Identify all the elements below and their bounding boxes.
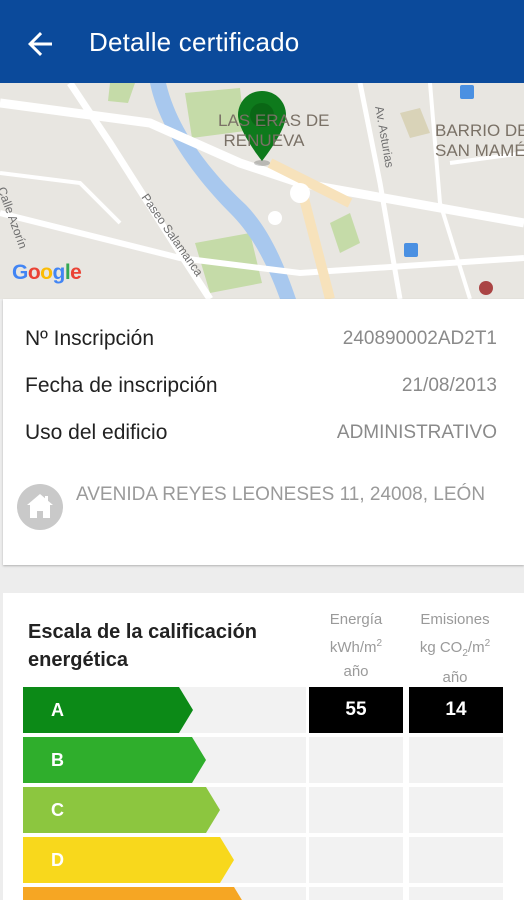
rating-arrow: A bbox=[23, 687, 193, 733]
address-text: AVENIDA REYES LEONESES 11, 24008, LEÓN bbox=[76, 484, 486, 505]
energy-value-cell bbox=[309, 887, 403, 900]
emissions-column-header: Emisiones kg CO2/m2 año bbox=[408, 608, 502, 690]
map-label-san-mames: BARRIO DE SAN MAMÉS bbox=[435, 121, 524, 160]
fecha-value: 21/08/2013 bbox=[401, 375, 497, 396]
emissions-unit-m: /m bbox=[467, 639, 485, 656]
rating-arrow: C bbox=[23, 787, 220, 833]
certificate-details-card: Nº Inscripción 240890002AD2T1 Fecha de i… bbox=[3, 299, 524, 565]
energy-header-line3: año bbox=[343, 663, 369, 680]
uso-label: Uso del edificio bbox=[25, 421, 168, 444]
energy-scale-card: Escala de la calificación energética Ene… bbox=[3, 593, 524, 900]
scale-title: Escala de la calificación energética bbox=[28, 621, 258, 671]
emissions-unit-co: kg CO bbox=[419, 639, 463, 656]
emissions-header-line1: Emisiones bbox=[420, 611, 490, 628]
uso-value: ADMINISTRATIVO bbox=[336, 422, 497, 443]
arrow-back-icon[interactable] bbox=[22, 26, 58, 62]
emissions-value-cell bbox=[409, 887, 503, 900]
energy-header-line1: Energía bbox=[329, 611, 383, 628]
rating-band: D bbox=[23, 837, 306, 883]
energy-unit: kWh/m bbox=[329, 639, 377, 656]
page-title: Detalle certificado bbox=[89, 27, 300, 57]
emissions-value-cell bbox=[409, 737, 503, 783]
energy-header-line2: kWh/m2 bbox=[329, 638, 383, 656]
house-icon bbox=[17, 484, 63, 530]
energy-value-cell bbox=[309, 737, 403, 783]
fecha-label: Fecha de inscripción bbox=[25, 374, 218, 397]
energy-value-cell bbox=[309, 837, 403, 883]
inscripcion-value: 240890002AD2T1 bbox=[342, 328, 497, 349]
energy-value-cell bbox=[309, 787, 403, 833]
google-logo: Google bbox=[12, 261, 82, 284]
inscripcion-label: Nº Inscripción bbox=[25, 327, 155, 350]
emissions-value-cell: 14 bbox=[409, 687, 503, 733]
emissions-value-cell bbox=[409, 837, 503, 883]
energy-value-cell: 55 bbox=[309, 687, 403, 733]
rating-band: B bbox=[23, 737, 306, 783]
map-label-las-eras: LAS ERAS DE RENUEVA bbox=[218, 111, 330, 150]
rating-arrow: E bbox=[23, 887, 248, 900]
rating-band: A bbox=[23, 687, 306, 733]
emissions-header-line2: kg CO2/m2 bbox=[419, 638, 491, 659]
rating-band: E bbox=[23, 887, 306, 900]
app-bar: Detalle certificado bbox=[0, 0, 524, 83]
rating-arrow: D bbox=[23, 837, 234, 883]
emissions-value-cell bbox=[409, 787, 503, 833]
energy-column-header: Energía kWh/m2 año bbox=[309, 608, 403, 684]
rating-band: C bbox=[23, 787, 306, 833]
rating-arrow: B bbox=[23, 737, 206, 783]
